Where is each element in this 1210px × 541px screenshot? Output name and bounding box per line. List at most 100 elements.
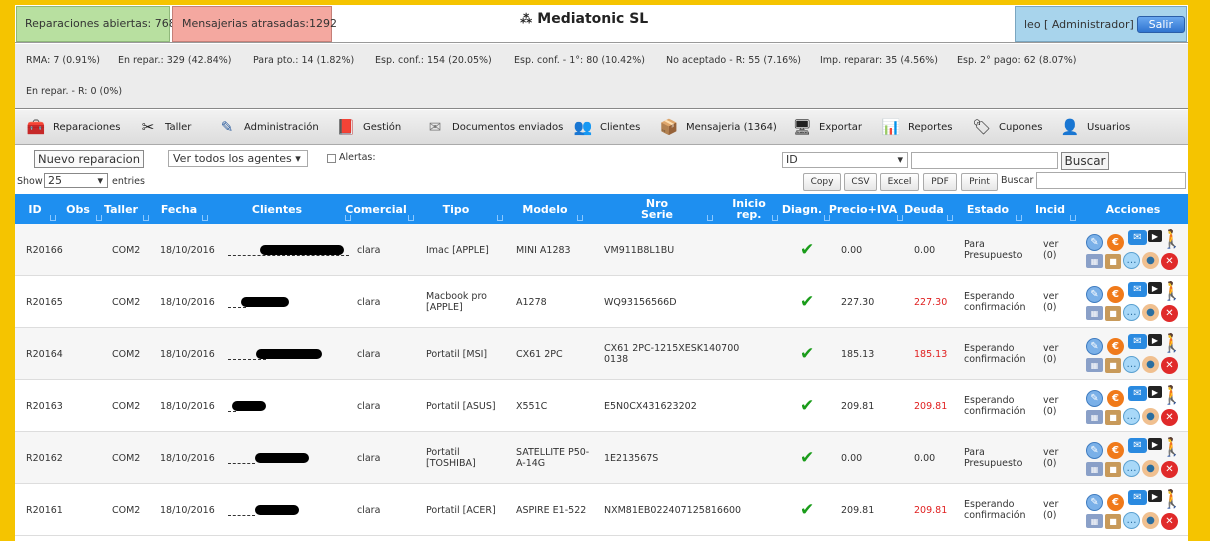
chat-icon[interactable]: … xyxy=(1123,460,1140,477)
nav-reparaciones[interactable]: 🧰 Reparaciones xyxy=(25,115,121,139)
pdf-button[interactable]: PDF xyxy=(923,173,957,191)
user-icon[interactable]: ● xyxy=(1142,512,1159,529)
nav-mensajeria[interactable]: 📦 Mensajeria (1364) xyxy=(658,115,777,139)
table-row[interactable]: R20163 COM2 18/10/2016 M clara Portatil … xyxy=(15,380,1188,432)
incid-link[interactable]: ver (0) xyxy=(1043,276,1063,328)
photos-icon[interactable]: ▦ xyxy=(1086,254,1103,268)
incid-link[interactable]: ver (0) xyxy=(1043,484,1063,536)
table-row[interactable]: R20165 COM2 18/10/2016 Ana clara Macbook… xyxy=(15,276,1188,328)
cell-cliente[interactable]: Alexis R xyxy=(228,328,322,380)
email-icon[interactable]: ✉ xyxy=(1128,230,1147,245)
nav-exportar[interactable]: 🖥 Exportar xyxy=(791,115,862,139)
table-row[interactable]: R20164 COM2 18/10/2016 Alexis R clara Po… xyxy=(15,328,1188,380)
col-id[interactable]: ID xyxy=(25,194,56,224)
user-icon[interactable]: ● xyxy=(1142,408,1159,425)
stat-item[interactable]: En repar. - R: 0 (0%) xyxy=(26,86,122,97)
stat-item[interactable]: Imp. reparar: 35 (4.56%) xyxy=(820,55,938,66)
col-diagn[interactable]: Diagn. xyxy=(782,194,830,224)
nav-cupones[interactable]: 🏷 Cupones xyxy=(971,115,1042,139)
open-repairs-counter[interactable]: Reparaciones abiertas: 768 xyxy=(16,6,176,42)
edit-icon[interactable]: ✎ xyxy=(1086,494,1103,511)
euro-icon[interactable]: € xyxy=(1107,286,1124,303)
email-icon[interactable]: ✉ xyxy=(1128,438,1147,453)
person-icon[interactable]: 🚶 xyxy=(1161,384,1183,406)
cell-id[interactable]: R20162 xyxy=(26,432,63,484)
chat-icon[interactable]: … xyxy=(1123,512,1140,529)
col-estado[interactable]: Estado xyxy=(967,194,1022,224)
person-icon[interactable]: 🚶 xyxy=(1161,488,1183,510)
copy-button[interactable]: Copy xyxy=(803,173,841,191)
delete-icon[interactable]: ✕ xyxy=(1161,253,1178,270)
incid-link[interactable]: ver (0) xyxy=(1043,432,1063,484)
chat-icon[interactable]: … xyxy=(1123,252,1140,269)
delete-icon[interactable]: ✕ xyxy=(1161,513,1178,530)
client-link[interactable]: Laura xyxy=(228,504,299,516)
email-icon[interactable]: ✉ xyxy=(1128,490,1147,505)
nav-documentos[interactable]: ✉ Documentos enviados xyxy=(424,115,564,139)
col-modelo[interactable]: Modelo xyxy=(522,194,583,224)
box-icon[interactable]: ■ xyxy=(1105,254,1121,269)
col-precio-iva[interactable]: Precio+IVA xyxy=(829,194,903,224)
box-icon[interactable]: ■ xyxy=(1105,358,1121,373)
delete-icon[interactable]: ✕ xyxy=(1161,461,1178,478)
nav-administracion[interactable]: ✎ Administración xyxy=(216,115,319,139)
cell-cliente[interactable]: Ana xyxy=(228,276,289,328)
email-icon[interactable]: ✉ xyxy=(1128,334,1147,349)
table-row[interactable]: R20162 COM2 18/10/2016 Nieve clara Porta… xyxy=(15,432,1188,484)
stat-item[interactable]: Esp. 2° pago: 62 (8.07%) xyxy=(957,55,1076,66)
photos-icon[interactable]: ▦ xyxy=(1086,358,1103,372)
user-icon[interactable]: ● xyxy=(1142,460,1159,477)
person-icon[interactable]: 🚶 xyxy=(1161,332,1183,354)
excel-button[interactable]: Excel xyxy=(880,173,919,191)
new-repair-button[interactable]: Nuevo reparacion xyxy=(34,150,144,168)
col-taller[interactable]: Taller xyxy=(104,194,149,224)
col-incid[interactable]: Incid xyxy=(1035,194,1076,224)
cell-cliente[interactable]: Ignacio Hall Santabalalad xyxy=(228,224,349,276)
cell-id[interactable]: R20161 xyxy=(26,484,63,536)
nav-taller[interactable]: ✂ Taller xyxy=(137,115,192,139)
table-search-input[interactable] xyxy=(1036,172,1186,189)
stat-item[interactable]: No aceptado - R: 55 (7.16%) xyxy=(666,55,801,66)
cell-cliente[interactable]: Laura xyxy=(228,484,299,536)
chat-icon[interactable]: … xyxy=(1123,356,1140,373)
table-row[interactable]: R20166 COM2 18/10/2016 Ignacio Hall Sant… xyxy=(15,224,1188,276)
nav-gestion[interactable]: 📕 Gestión xyxy=(335,115,402,139)
stat-item[interactable]: Esp. conf. - 1°: 80 (10.42%) xyxy=(514,55,645,66)
agents-select[interactable]: Ver todos los agentes ▾ xyxy=(168,150,308,167)
email-icon[interactable]: ✉ xyxy=(1128,386,1147,401)
edit-icon[interactable]: ✎ xyxy=(1086,234,1103,251)
nav-usuarios[interactable]: 👤 Usuarios xyxy=(1059,115,1131,139)
csv-button[interactable]: CSV xyxy=(844,173,877,191)
print-button[interactable]: Print xyxy=(961,173,998,191)
photos-icon[interactable]: ▦ xyxy=(1086,306,1103,320)
col-fecha[interactable]: Fecha xyxy=(161,194,208,224)
person-icon[interactable]: 🚶 xyxy=(1161,280,1183,302)
alerts-checkbox[interactable] xyxy=(327,154,336,163)
euro-icon[interactable]: € xyxy=(1107,390,1124,407)
col-inicio-rep[interactable]: Inicio rep. xyxy=(731,194,778,224)
person-icon[interactable]: 🚶 xyxy=(1161,436,1183,458)
col-tipo[interactable]: Tipo xyxy=(443,194,503,224)
edit-icon[interactable]: ✎ xyxy=(1086,338,1103,355)
box-icon[interactable]: ■ xyxy=(1105,514,1121,529)
col-nro-serie[interactable]: Nro Serie xyxy=(631,194,713,224)
incid-link[interactable]: ver (0) xyxy=(1043,328,1063,380)
stat-item[interactable]: En repar.: 329 (42.84%) xyxy=(118,55,232,66)
box-icon[interactable]: ■ xyxy=(1105,306,1121,321)
chat-icon[interactable]: … xyxy=(1123,408,1140,425)
cell-id[interactable]: R20166 xyxy=(26,224,63,276)
edit-icon[interactable]: ✎ xyxy=(1086,442,1103,459)
user-icon[interactable]: ● xyxy=(1142,304,1159,321)
edit-icon[interactable]: ✎ xyxy=(1086,286,1103,303)
client-link[interactable]: Alexis R xyxy=(228,348,322,360)
cell-id[interactable]: R20165 xyxy=(26,276,63,328)
delete-icon[interactable]: ✕ xyxy=(1161,305,1178,322)
delete-icon[interactable]: ✕ xyxy=(1161,357,1178,374)
late-shipments-counter[interactable]: Mensajerias atrasadas:1292 xyxy=(172,6,337,42)
search-button[interactable]: Buscar xyxy=(1061,152,1109,170)
stat-item[interactable]: RMA: 7 (0.91%) xyxy=(26,55,100,66)
client-link[interactable]: M xyxy=(228,400,266,412)
col-comercial[interactable]: Comercial xyxy=(345,194,414,224)
client-link[interactable]: Nieve xyxy=(228,452,309,464)
user-icon[interactable]: ● xyxy=(1142,356,1159,373)
